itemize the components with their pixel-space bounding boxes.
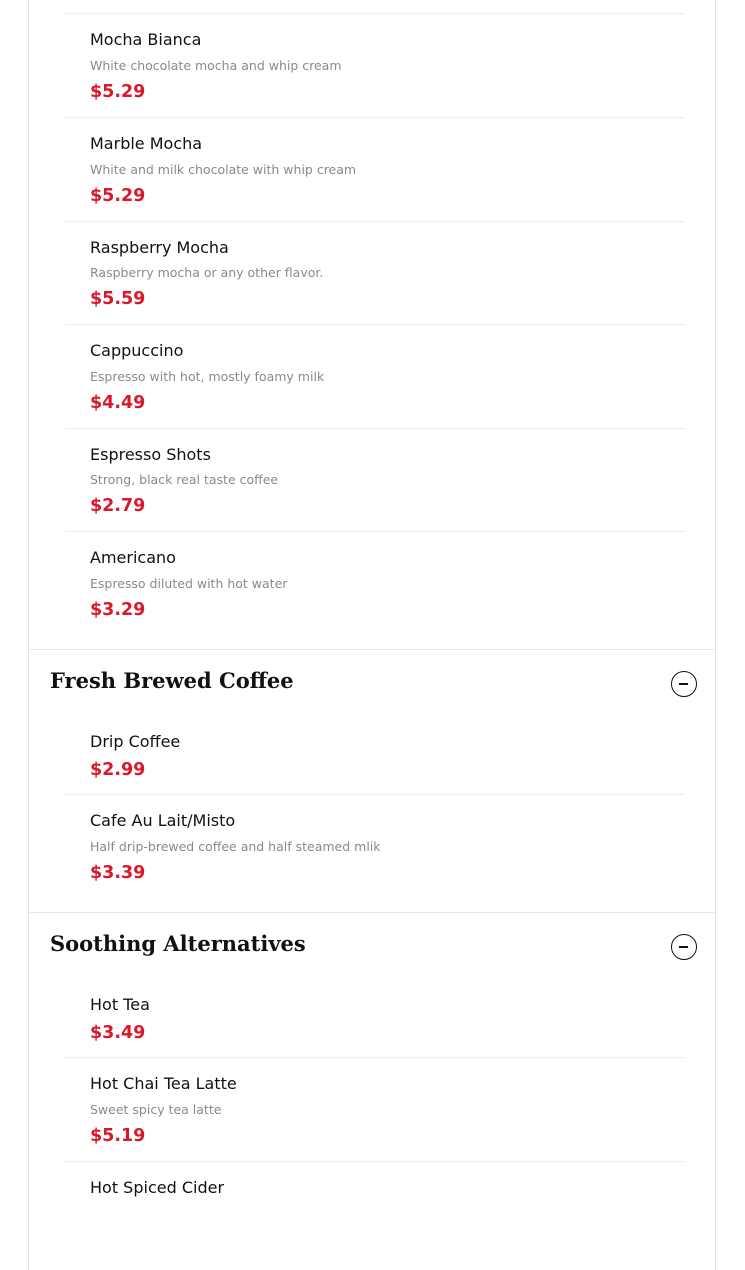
section-title-fresh-brewed[interactable]: Fresh Brewed Coffee [50, 668, 294, 694]
menu-item[interactable]: Hot Tea $3.49 [29, 992, 715, 1057]
item-description: White chocolate mocha and whip cream [90, 58, 342, 73]
item-name: Marble Mocha [90, 134, 203, 153]
section-divider [29, 649, 715, 650]
item-price: $5.29 [90, 82, 146, 102]
item-price: $5.19 [90, 1126, 146, 1146]
menu-item[interactable]: Raspberry Mocha Raspberry mocha or any o… [29, 222, 715, 324]
item-name: Americano [90, 548, 176, 567]
menu-item[interactable]: Espresso Shots Strong, black real taste … [29, 429, 715, 531]
menu-item[interactable]: Hot Chai Tea Latte Sweet spicy tea latte… [29, 1058, 715, 1161]
item-name: Drip Coffee [90, 732, 181, 751]
item-name: Hot Tea [90, 995, 150, 1014]
item-description: Raspberry mocha or any other flavor. [90, 265, 324, 280]
item-price: $3.29 [90, 600, 146, 620]
item-price: $3.49 [90, 1023, 146, 1043]
item-price: $2.99 [90, 760, 146, 780]
menu-item[interactable]: Drip Coffee $2.99 [29, 729, 715, 794]
minus-icon [679, 946, 688, 948]
partial-item-price: $ [90, 0, 102, 2]
item-name: Hot Spiced Cider [90, 1178, 225, 1197]
item-name: Espresso Shots [90, 445, 211, 464]
item-description: White and milk chocolate with whip cream [90, 162, 357, 177]
item-description: Sweet spicy tea latte [90, 1102, 222, 1117]
item-price: $4.49 [90, 393, 146, 413]
item-price: $3.39 [90, 863, 146, 883]
minus-circle-icon[interactable] [671, 934, 697, 960]
item-description: Half drip-brewed coffee and half steamed… [90, 839, 381, 854]
item-description: Espresso with hot, mostly foamy milk [90, 369, 325, 384]
menu-item[interactable]: Cafe Au Lait/Misto Half drip-brewed coff… [29, 795, 715, 912]
item-price: $5.29 [90, 186, 146, 206]
item-price: $5.59 [90, 289, 146, 309]
item-name: Raspberry Mocha [90, 238, 229, 257]
menu-card: $ Mocha Bianca White chocolate mocha and… [28, 0, 716, 1270]
minus-circle-icon[interactable] [671, 671, 697, 697]
section-title-soothing[interactable]: Soothing Alternatives [50, 931, 306, 957]
item-name: Hot Chai Tea Latte [90, 1074, 237, 1093]
item-description: Espresso diluted with hot water [90, 576, 288, 591]
menu-item[interactable]: Cappuccino Espresso with hot, mostly foa… [29, 325, 715, 428]
item-name: Cappuccino [90, 341, 184, 360]
menu-item[interactable]: Marble Mocha White and milk chocolate wi… [29, 118, 715, 221]
item-name: Mocha Bianca [90, 30, 202, 49]
minus-icon [679, 683, 688, 685]
menu-item[interactable]: Americano Espresso diluted with hot wate… [29, 532, 715, 649]
menu-item[interactable]: Hot Spiced Cider [29, 1162, 715, 1222]
item-description: Strong, black real taste coffee [90, 472, 279, 487]
item-price: $2.79 [90, 496, 146, 516]
item-name: Cafe Au Lait/Misto [90, 811, 236, 830]
menu-item[interactable]: Mocha Bianca White chocolate mocha and w… [29, 14, 715, 117]
section-divider [29, 912, 715, 913]
